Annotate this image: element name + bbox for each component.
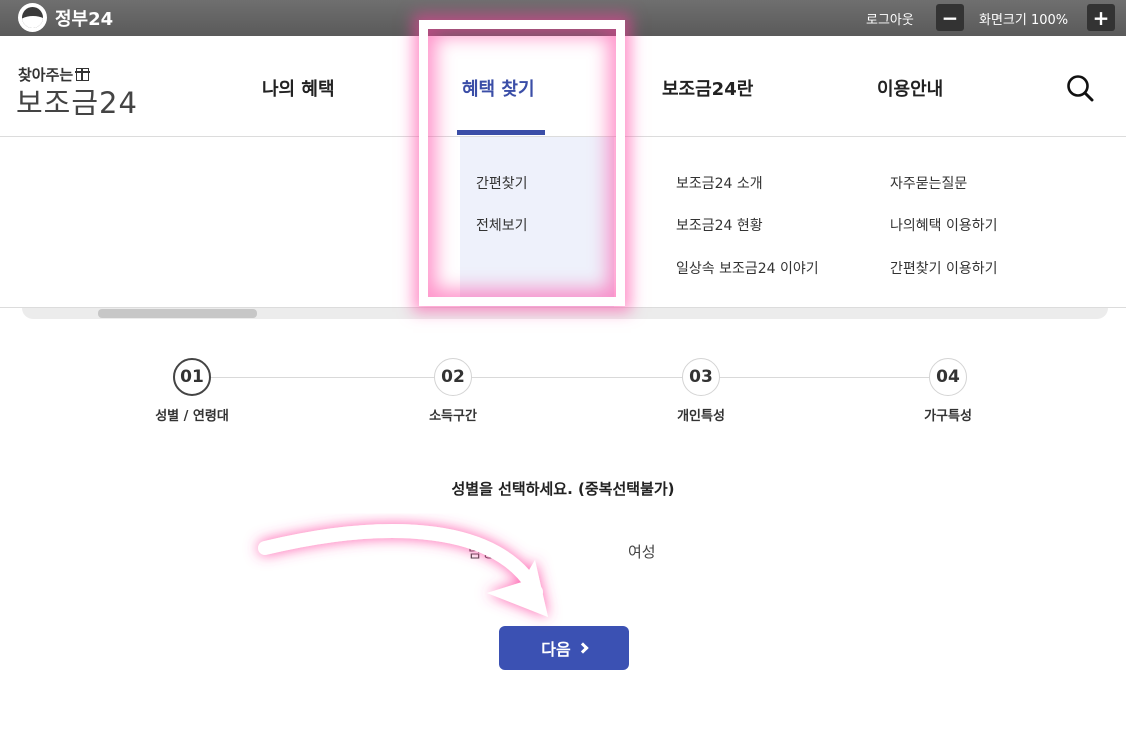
- nav-guide[interactable]: 이용안내: [877, 75, 943, 101]
- step-2-label: 소득구간: [429, 409, 477, 424]
- submenu-about-stories[interactable]: 일상속 보조금24 이야기: [676, 258, 819, 278]
- highlight-box: [419, 20, 625, 306]
- step-3-circle: 03: [682, 358, 720, 396]
- search-icon[interactable]: [1066, 74, 1094, 102]
- chevron-right-icon: [577, 642, 589, 654]
- option-male[interactable]: 남성: [468, 541, 496, 562]
- zoom-in-button[interactable]: +: [1087, 4, 1115, 31]
- nav-my-benefits[interactable]: 나의 혜택: [262, 75, 335, 101]
- step-2-circle: 02: [434, 358, 472, 396]
- next-button[interactable]: 다음: [499, 626, 629, 670]
- scrollbar-thumb[interactable]: [98, 309, 257, 318]
- step-1-label: 성별 / 연령대: [155, 409, 229, 424]
- brand-logo[interactable]: 보조금24: [16, 80, 138, 122]
- option-female[interactable]: 여성: [628, 541, 656, 562]
- step-4-label: 가구특성: [924, 409, 972, 424]
- step-1-circle: 01: [173, 358, 211, 396]
- site-name[interactable]: 정부24: [55, 5, 113, 31]
- submenu-about-status[interactable]: 보조금24 현황: [676, 215, 763, 235]
- nav-about[interactable]: 보조금24란: [662, 75, 753, 101]
- submenu-faq[interactable]: 자주묻는질문: [890, 173, 967, 193]
- submenu-quick-find-guide[interactable]: 간편찾기 이용하기: [890, 258, 998, 278]
- logout-link[interactable]: 로그아웃: [866, 9, 914, 28]
- government-emblem-icon[interactable]: [18, 3, 47, 32]
- question-title: 성별을 선택하세요. (중복선택불가): [451, 480, 675, 498]
- submenu-my-benefits-guide[interactable]: 나의혜택 이용하기: [890, 215, 998, 235]
- zoom-out-button[interactable]: −: [936, 4, 964, 31]
- step-4-circle: 04: [929, 358, 967, 396]
- step-progress-line: [192, 377, 948, 378]
- zoom-level-label: 화면크기 100%: [979, 13, 1069, 28]
- next-button-label: 다음: [541, 640, 571, 659]
- submenu-about-intro[interactable]: 보조금24 소개: [676, 173, 763, 193]
- step-3-label: 개인특성: [677, 409, 725, 424]
